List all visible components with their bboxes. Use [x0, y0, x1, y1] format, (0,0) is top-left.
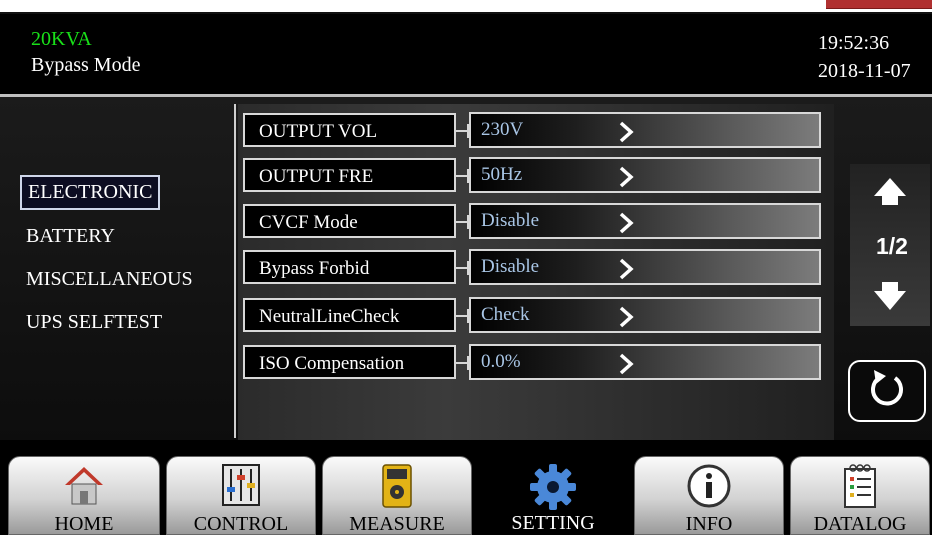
- home-icon: [65, 467, 103, 505]
- tab-home[interactable]: HOME: [8, 456, 160, 535]
- setting-value-output-vol[interactable]: 230V: [469, 112, 821, 148]
- setting-label-bypass-forbid: Bypass Forbid: [243, 250, 456, 284]
- log-icon: [844, 464, 876, 508]
- arrow-up-icon: [874, 178, 906, 205]
- chevron-right-icon: [619, 121, 634, 143]
- setting-value-bypass-forbid[interactable]: Disable: [469, 249, 821, 285]
- setting-value-text: Check: [481, 304, 530, 325]
- tab-label: HOME: [54, 513, 114, 535]
- chevron-right-icon: [619, 212, 634, 234]
- info-icon: [687, 464, 731, 508]
- setting-value-text: Disable: [481, 256, 540, 277]
- tab-setting[interactable]: SETTING: [478, 456, 628, 535]
- arrow-down-icon: [874, 282, 906, 310]
- sliders-icon: [222, 464, 260, 506]
- sidebar-item-ups-selftest[interactable]: UPS SELFTEST: [20, 307, 168, 338]
- multimeter-icon: [382, 464, 412, 508]
- refresh-button[interactable]: [848, 360, 926, 422]
- gear-icon: [530, 464, 576, 510]
- chevron-right-icon: [619, 258, 634, 280]
- setting-label-neutral-line-check: NeutralLineCheck: [243, 298, 456, 332]
- sidebar-item-miscellaneous[interactable]: MISCELLANEOUS: [20, 264, 199, 295]
- page-up-button[interactable]: [850, 164, 930, 226]
- tab-label: SETTING: [511, 512, 595, 534]
- clock-date: 2018-11-07: [818, 60, 911, 82]
- chevron-right-icon: [619, 353, 634, 375]
- tab-datalog[interactable]: DATALOG: [790, 456, 930, 535]
- setting-value-text: Disable: [481, 210, 540, 231]
- setting-value-iso-compensation[interactable]: 0.0%: [469, 344, 821, 380]
- mode-label: Bypass Mode: [31, 54, 141, 76]
- setting-value-text: 50Hz: [481, 164, 523, 185]
- chevron-right-icon: [619, 166, 634, 188]
- tab-info[interactable]: INFO: [634, 456, 784, 535]
- setting-label-output-vol: OUTPUT VOL: [243, 113, 456, 147]
- tab-control[interactable]: CONTROL: [166, 456, 316, 535]
- tab-measure[interactable]: MEASURE: [322, 456, 472, 535]
- sidebar-item-battery[interactable]: BATTERY: [20, 221, 121, 252]
- setting-value-output-fre[interactable]: 50Hz: [469, 157, 821, 193]
- setting-value-text: 0.0%: [481, 351, 521, 372]
- setting-value-cvcf-mode[interactable]: Disable: [469, 203, 821, 239]
- clock-time: 19:52:36: [818, 32, 890, 54]
- chevron-right-icon: [619, 306, 634, 328]
- top-red-tab: [826, 0, 932, 9]
- refresh-icon: [871, 370, 903, 406]
- page-indicator: 1/2: [876, 233, 908, 259]
- model-label: 20KVA: [31, 28, 92, 50]
- setting-label-iso-compensation: ISO Compensation: [243, 345, 456, 379]
- tab-label: INFO: [685, 513, 733, 535]
- tab-label: DATALOG: [813, 513, 907, 535]
- setting-value-neutral-line-check[interactable]: Check: [469, 297, 821, 333]
- setting-value-text: 230V: [481, 119, 524, 140]
- sidebar-divider: [234, 104, 236, 438]
- sidebar-item-electronic[interactable]: ELECTRONIC: [20, 175, 161, 210]
- tab-label: MEASURE: [349, 513, 445, 535]
- setting-label-output-fre: OUTPUT FRE: [243, 158, 456, 192]
- setting-label-cvcf-mode: CVCF Mode: [243, 204, 456, 238]
- page-down-button[interactable]: [850, 266, 930, 326]
- tab-label: CONTROL: [193, 513, 289, 535]
